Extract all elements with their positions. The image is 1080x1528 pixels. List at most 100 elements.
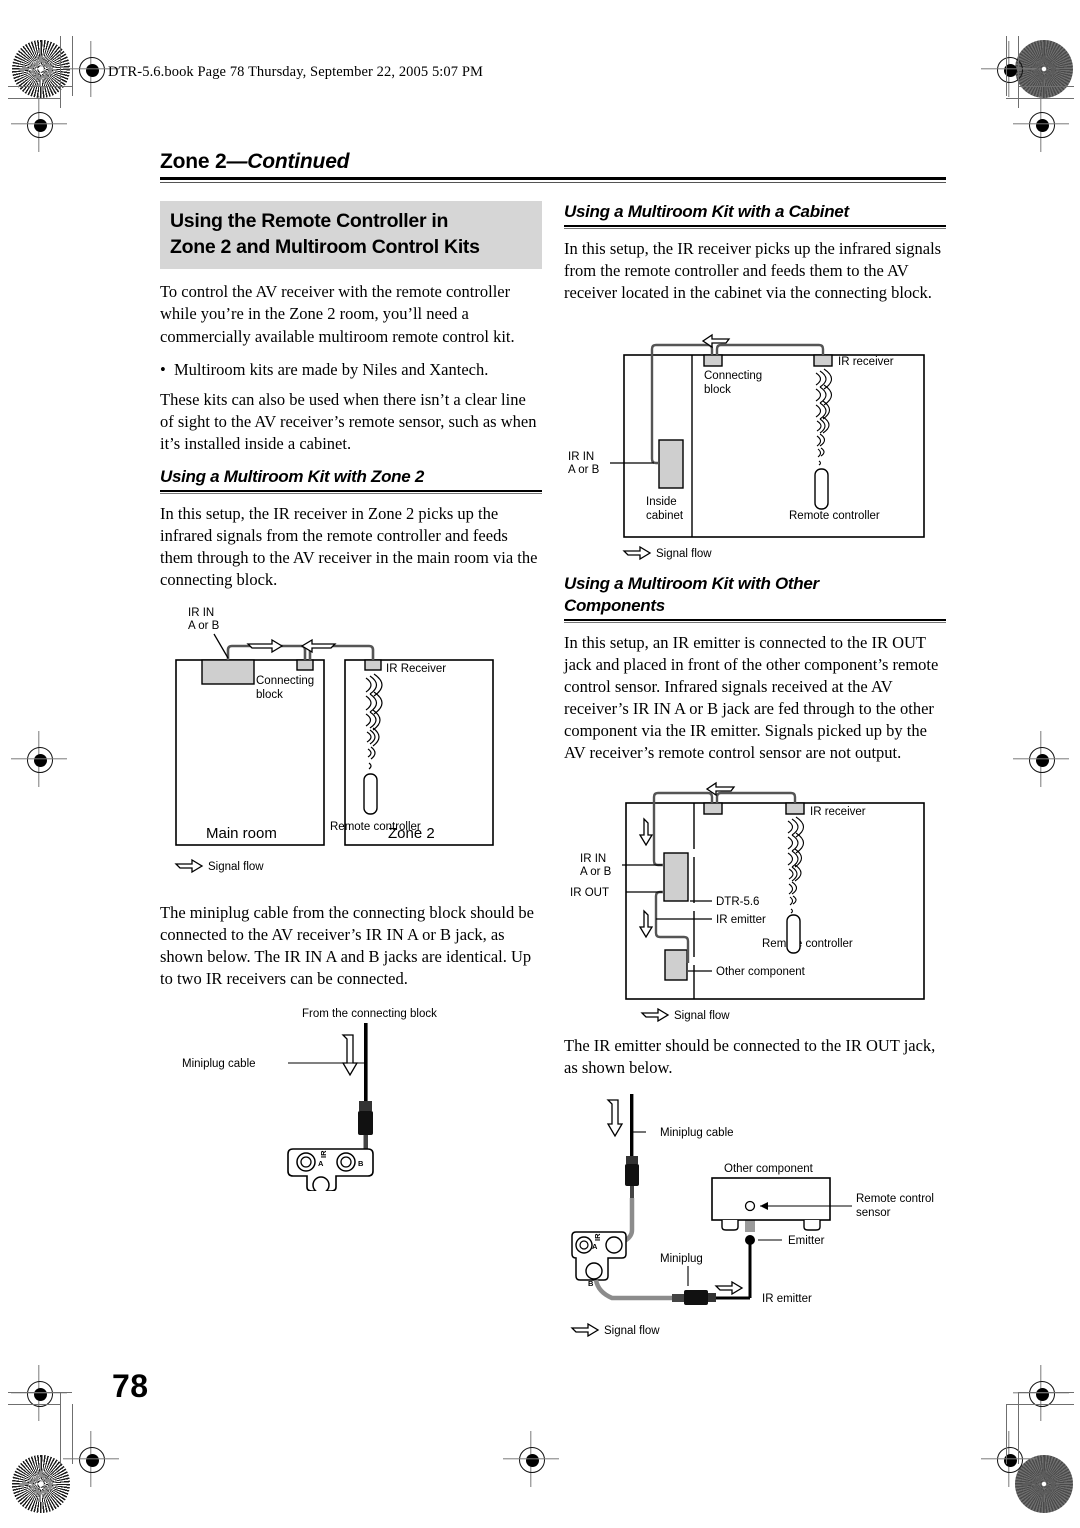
trim-line-bottom-left-outer: [8, 1392, 72, 1394]
svg-text:B: B: [588, 1279, 594, 1288]
svg-text:Miniplug: Miniplug: [660, 1253, 703, 1265]
trim-line-top-right-inner: [1006, 98, 1074, 100]
svg-text:IR OUT: IR OUT: [570, 887, 609, 899]
section-heading-line2: Zone 2 and Multiroom Control Kits: [170, 235, 480, 258]
svg-text:A or B: A or B: [568, 464, 600, 476]
trim-line-top-right-outer: [1018, 86, 1074, 88]
paragraph-emitter: The IR emitter should be connected to th…: [564, 1035, 936, 1077]
subheading-zone2: Using a Multiroom Kit with Zone 2: [160, 466, 424, 486]
figure-miniplug-jack: From the connecting block Miniplug cable: [160, 1001, 542, 1191]
svg-text:Inside: Inside: [646, 496, 677, 508]
svg-text:Signal flow: Signal flow: [656, 548, 712, 560]
svg-text:IR: IR: [593, 1233, 602, 1241]
crop-mark-mid-left-upper: [20, 105, 58, 143]
bullet-text: Multiroom kits are made by Niles and Xan…: [174, 359, 489, 379]
running-head: DTR-5.6.book Page 78 Thursday, September…: [108, 64, 484, 80]
paragraph-cabinet: In this setup, the IR receiver picks up …: [564, 239, 942, 303]
svg-text:Remote control: Remote control: [856, 1193, 934, 1205]
crop-mark-mid-left: [20, 740, 58, 778]
chapter-title: Zone 2—Continued: [160, 150, 946, 177]
svg-text:IR Receiver: IR Receiver: [386, 663, 446, 675]
page-number: 78: [112, 1368, 149, 1404]
crop-mark-top-left: [72, 50, 110, 88]
left-column: Using the Remote Controller in Zone 2 an…: [160, 201, 542, 1352]
page-canvas: DTR-5.6.book Page 78 Thursday, September…: [0, 0, 1080, 1528]
svg-text:Miniplug cable: Miniplug cable: [660, 1127, 734, 1139]
trim-line-top-left-inner: [8, 98, 60, 100]
paragraph-4: The miniplug cable from the connecting b…: [160, 902, 534, 988]
crop-mark-bottom-center: [512, 1440, 550, 1478]
chapter-title-continued: —Continued: [226, 150, 350, 173]
subheading-zone2-wrap: Using a Multiroom Kit with Zone 2: [160, 466, 542, 494]
trim-line-bottom-left-inner: [8, 1404, 60, 1406]
svg-text:sensor: sensor: [856, 1207, 891, 1219]
figure-miniplug-cable-label: Miniplug cable: [182, 1058, 256, 1070]
figure-zone2-ir-in-2: A or B: [188, 620, 220, 632]
svg-text:block: block: [256, 689, 283, 701]
svg-text:Signal flow: Signal flow: [674, 1010, 730, 1022]
subheading-other-rule: [564, 618, 946, 623]
svg-text:Remote controller: Remote controller: [762, 938, 853, 950]
svg-text:DTR-5.6: DTR-5.6: [716, 896, 759, 908]
figure-emitter-hookup: Miniplug cable IR A B Miniplug Emitter I…: [564, 1090, 946, 1342]
subheading-cabinet-rule: [564, 225, 946, 230]
trim-line-left-outer-b: [60, 1392, 62, 1464]
trim-line-bottom-right-inner: [1006, 1404, 1074, 1406]
svg-text:cabinet: cabinet: [646, 510, 684, 522]
jack-b-label: B: [358, 1159, 364, 1168]
subheading-cabinet-wrap: Using a Multiroom Kit with a Cabinet: [564, 201, 946, 230]
registration-burst-top-left: [12, 40, 70, 98]
registration-burst-bottom-left: [12, 1455, 70, 1513]
figure-other-components: IR IN A or B IR OUT DTR-5.6 IR emitter O…: [564, 775, 946, 1025]
svg-text:IR receiver: IR receiver: [810, 806, 866, 818]
svg-text:Other component: Other component: [716, 966, 806, 978]
right-column: Using a Multiroom Kit with a Cabinet In …: [564, 201, 946, 1352]
svg-text:Main room: Main room: [206, 825, 277, 842]
svg-text:Remote controller: Remote controller: [789, 510, 880, 522]
crop-mark-bottom-left: [72, 1440, 110, 1478]
section-heading-line1: Using the Remote Controller in: [170, 210, 449, 232]
crop-mark-top-right: [990, 50, 1028, 88]
bullet-marker: •: [160, 359, 166, 379]
trim-line-right-outer-b: [1018, 1392, 1020, 1464]
svg-text:Other component: Other component: [724, 1163, 814, 1175]
svg-text:IR emitter: IR emitter: [762, 1293, 812, 1305]
svg-text:Signal flow: Signal flow: [604, 1325, 660, 1337]
svg-text:Zone 2: Zone 2: [388, 825, 435, 842]
svg-text:Signal flow: Signal flow: [208, 861, 264, 873]
chapter-title-bold: Zone 2: [160, 150, 227, 173]
paragraph-other: In this setup, an IR emitter is connecte…: [564, 632, 939, 762]
svg-text:A or B: A or B: [580, 866, 612, 878]
trim-line-right-inner-b: [1006, 1404, 1008, 1464]
svg-text:Connecting: Connecting: [256, 675, 314, 687]
svg-text:IR IN: IR IN: [568, 451, 594, 463]
crop-mark-mid-right-upper: [1022, 105, 1060, 143]
figure-miniplug-from-block: From the connecting block: [302, 1008, 437, 1020]
page-content: Zone 2—Continued Using the Remote Contro…: [160, 150, 946, 1352]
intro-paragraph: To control the AV receiver with the remo…: [160, 282, 515, 346]
bullet-item: • Multiroom kits are made by Niles and X…: [160, 359, 542, 381]
trim-line-left-inner-b: [72, 1404, 74, 1464]
subheading-zone2-rule: [160, 489, 542, 494]
svg-text:IR emitter: IR emitter: [716, 914, 766, 926]
subheading-cabinet: Using a Multiroom Kit with a Cabinet: [564, 202, 849, 221]
chapter-rule: [160, 177, 946, 183]
crop-mark-bottom-right: [990, 1440, 1028, 1478]
section-heading-box: Using the Remote Controller in Zone 2 an…: [160, 201, 542, 270]
svg-text:IR receiver: IR receiver: [838, 356, 894, 368]
paragraph-2: These kits can also be used when there i…: [160, 389, 537, 453]
paragraph-3: In this setup, the IR receiver in Zone 2…: [160, 503, 538, 589]
trim-line-bottom-right-outer: [1018, 1392, 1074, 1394]
crop-mark-mid-right: [1022, 740, 1060, 778]
svg-text:IR IN: IR IN: [580, 853, 606, 865]
svg-text:block: block: [704, 384, 731, 396]
jack-ir-label: IR: [319, 1150, 328, 1158]
subheading-other-line1: Using a Multiroom Kit with Other: [564, 574, 819, 594]
figure-zone2: IR IN A or B Connecting block IR Receive…: [160, 602, 542, 892]
svg-text:Connecting: Connecting: [704, 370, 762, 382]
figure-cabinet: IR IN A or B Connecting block IR receive…: [564, 315, 946, 563]
jack-a-label: A: [318, 1159, 324, 1168]
subheading-other-line2: Components: [564, 595, 665, 615]
trim-line-left-outer: [60, 36, 62, 108]
figure-zone2-ir-in-1: IR IN: [188, 607, 214, 619]
